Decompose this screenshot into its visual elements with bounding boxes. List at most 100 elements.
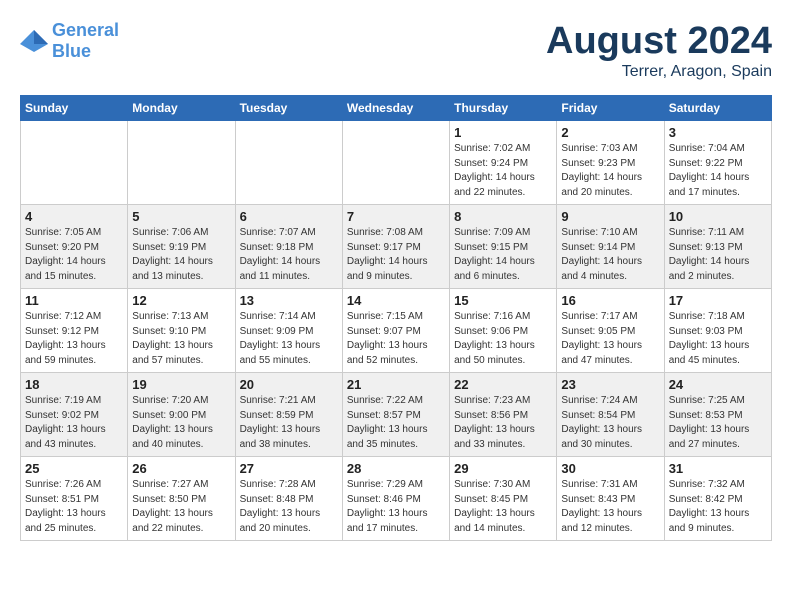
- logo-text-line2: Blue: [52, 41, 119, 62]
- day-number: 15: [454, 293, 552, 308]
- table-row: 11 Sunrise: 7:12 AM Sunset: 9:12 PM Dayli…: [21, 289, 128, 373]
- day-info: Sunrise: 7:29 AM Sunset: 8:46 PM Dayligh…: [347, 478, 445, 536]
- calendar-row-4: 25 Sunrise: 7:26 AM Sunset: 8:51 PM Dayli…: [21, 457, 772, 541]
- title-block: August 2024 Terrer, Aragon, Spain: [546, 20, 772, 81]
- day-number: 3: [669, 125, 767, 140]
- day-number: 5: [132, 209, 230, 224]
- day-info: Sunrise: 7:18 AM Sunset: 9:03 PM Dayligh…: [669, 310, 767, 368]
- table-row: 16Sunrise: 7:17 AM Sunset: 9:05 PM Dayli…: [557, 289, 664, 373]
- table-row: [21, 121, 128, 205]
- day-number: 23: [561, 377, 659, 392]
- day-number: 24: [669, 377, 767, 392]
- page: General Blue August 2024 Terrer, Aragon,…: [0, 0, 792, 551]
- day-number: 13: [240, 293, 338, 308]
- logo-text-line1: General: [52, 20, 119, 41]
- day-info: Sunrise: 7:16 AM Sunset: 9:06 PM Dayligh…: [454, 310, 552, 368]
- table-row: 28 Sunrise: 7:29 AM Sunset: 8:46 PM Dayli…: [342, 457, 449, 541]
- table-row: [342, 121, 449, 205]
- day-info: Sunrise: 7:12 AM Sunset: 9:12 PM Dayligh…: [25, 310, 123, 368]
- day-info: Sunrise: 7:22 AM Sunset: 8:57 PM Dayligh…: [347, 394, 445, 452]
- day-info: Sunrise: 7:05 AM Sunset: 9:20 PM Dayligh…: [25, 226, 123, 284]
- table-row: 12 Sunrise: 7:13 AM Sunset: 9:10 PM Dayli…: [128, 289, 235, 373]
- table-row: 15 Sunrise: 7:16 AM Sunset: 9:06 PM Dayli…: [450, 289, 557, 373]
- day-info: Sunrise: 7:03 AM Sunset: 9:23 PM Dayligh…: [561, 142, 659, 200]
- day-number: 1: [454, 125, 552, 140]
- day-info: Sunrise: 7:06 AM Sunset: 9:19 PM Dayligh…: [132, 226, 230, 284]
- location: Terrer, Aragon, Spain: [546, 63, 772, 81]
- day-info: Sunrise: 7:31 AM Sunset: 8:43 PM Dayligh…: [561, 478, 659, 536]
- table-row: 23 Sunrise: 7:24 AM Sunset: 8:54 PM Dayli…: [557, 373, 664, 457]
- day-number: 31: [669, 461, 767, 476]
- calendar-row-3: 18 Sunrise: 7:19 AM Sunset: 9:02 PM Dayli…: [21, 373, 772, 457]
- table-row: 22Sunrise: 7:23 AM Sunset: 8:56 PM Dayli…: [450, 373, 557, 457]
- day-number: 14: [347, 293, 445, 308]
- table-row: 24 Sunrise: 7:25 AM Sunset: 8:53 PM Dayli…: [664, 373, 771, 457]
- day-info: Sunrise: 7:25 AM Sunset: 8:53 PM Dayligh…: [669, 394, 767, 452]
- header-thursday: Thursday: [450, 96, 557, 121]
- table-row: 25 Sunrise: 7:26 AM Sunset: 8:51 PM Dayli…: [21, 457, 128, 541]
- logo-icon: [20, 30, 48, 52]
- table-row: 4Sunrise: 7:05 AM Sunset: 9:20 PM Daylig…: [21, 205, 128, 289]
- day-number: 17: [669, 293, 767, 308]
- day-info: Sunrise: 7:10 AM Sunset: 9:14 PM Dayligh…: [561, 226, 659, 284]
- table-row: 29Sunrise: 7:30 AM Sunset: 8:45 PM Dayli…: [450, 457, 557, 541]
- month-year: August 2024: [546, 20, 772, 63]
- day-number: 25: [25, 461, 123, 476]
- table-row: [235, 121, 342, 205]
- table-row: 13Sunrise: 7:14 AM Sunset: 9:09 PM Dayli…: [235, 289, 342, 373]
- table-row: 14 Sunrise: 7:15 AM Sunset: 9:07 PM Dayli…: [342, 289, 449, 373]
- table-row: 2Sunrise: 7:03 AM Sunset: 9:23 PM Daylig…: [557, 121, 664, 205]
- header-sunday: Sunday: [21, 96, 128, 121]
- table-row: 21 Sunrise: 7:22 AM Sunset: 8:57 PM Dayli…: [342, 373, 449, 457]
- day-info: Sunrise: 7:11 AM Sunset: 9:13 PM Dayligh…: [669, 226, 767, 284]
- day-info: Sunrise: 7:19 AM Sunset: 9:02 PM Dayligh…: [25, 394, 123, 452]
- table-row: 5 Sunrise: 7:06 AM Sunset: 9:19 PM Daylig…: [128, 205, 235, 289]
- day-number: 11: [25, 293, 123, 308]
- header-friday: Friday: [557, 96, 664, 121]
- day-info: Sunrise: 7:09 AM Sunset: 9:15 PM Dayligh…: [454, 226, 552, 284]
- day-number: 22: [454, 377, 552, 392]
- day-info: Sunrise: 7:30 AM Sunset: 8:45 PM Dayligh…: [454, 478, 552, 536]
- day-info: Sunrise: 7:13 AM Sunset: 9:10 PM Dayligh…: [132, 310, 230, 368]
- table-row: 31 Sunrise: 7:32 AM Sunset: 8:42 PM Dayli…: [664, 457, 771, 541]
- day-number: 7: [347, 209, 445, 224]
- logo: General Blue: [20, 20, 119, 62]
- day-number: 18: [25, 377, 123, 392]
- day-number: 28: [347, 461, 445, 476]
- table-row: 20Sunrise: 7:21 AM Sunset: 8:59 PM Dayli…: [235, 373, 342, 457]
- day-info: Sunrise: 7:08 AM Sunset: 9:17 PM Dayligh…: [347, 226, 445, 284]
- calendar-table: Sunday Monday Tuesday Wednesday Thursday…: [20, 95, 772, 541]
- header-monday: Monday: [128, 96, 235, 121]
- day-info: Sunrise: 7:26 AM Sunset: 8:51 PM Dayligh…: [25, 478, 123, 536]
- table-row: 27Sunrise: 7:28 AM Sunset: 8:48 PM Dayli…: [235, 457, 342, 541]
- calendar-row-0: 1Sunrise: 7:02 AM Sunset: 9:24 PM Daylig…: [21, 121, 772, 205]
- calendar-row-1: 4Sunrise: 7:05 AM Sunset: 9:20 PM Daylig…: [21, 205, 772, 289]
- day-info: Sunrise: 7:32 AM Sunset: 8:42 PM Dayligh…: [669, 478, 767, 536]
- table-row: 6 Sunrise: 7:07 AM Sunset: 9:18 PM Daylig…: [235, 205, 342, 289]
- calendar-row-2: 11 Sunrise: 7:12 AM Sunset: 9:12 PM Dayli…: [21, 289, 772, 373]
- header-wednesday: Wednesday: [342, 96, 449, 121]
- day-info: Sunrise: 7:04 AM Sunset: 9:22 PM Dayligh…: [669, 142, 767, 200]
- day-info: Sunrise: 7:17 AM Sunset: 9:05 PM Dayligh…: [561, 310, 659, 368]
- day-info: Sunrise: 7:15 AM Sunset: 9:07 PM Dayligh…: [347, 310, 445, 368]
- day-number: 27: [240, 461, 338, 476]
- day-number: 21: [347, 377, 445, 392]
- table-row: 26Sunrise: 7:27 AM Sunset: 8:50 PM Dayli…: [128, 457, 235, 541]
- day-number: 9: [561, 209, 659, 224]
- table-row: 18 Sunrise: 7:19 AM Sunset: 9:02 PM Dayli…: [21, 373, 128, 457]
- day-number: 19: [132, 377, 230, 392]
- day-number: 12: [132, 293, 230, 308]
- table-row: 17 Sunrise: 7:18 AM Sunset: 9:03 PM Dayli…: [664, 289, 771, 373]
- day-info: Sunrise: 7:20 AM Sunset: 9:00 PM Dayligh…: [132, 394, 230, 452]
- table-row: 7 Sunrise: 7:08 AM Sunset: 9:17 PM Daylig…: [342, 205, 449, 289]
- day-info: Sunrise: 7:07 AM Sunset: 9:18 PM Dayligh…: [240, 226, 338, 284]
- table-row: 19 Sunrise: 7:20 AM Sunset: 9:00 PM Dayli…: [128, 373, 235, 457]
- table-row: 1Sunrise: 7:02 AM Sunset: 9:24 PM Daylig…: [450, 121, 557, 205]
- day-number: 26: [132, 461, 230, 476]
- day-number: 20: [240, 377, 338, 392]
- day-number: 30: [561, 461, 659, 476]
- day-number: 6: [240, 209, 338, 224]
- table-row: [128, 121, 235, 205]
- day-info: Sunrise: 7:24 AM Sunset: 8:54 PM Dayligh…: [561, 394, 659, 452]
- table-row: 10Sunrise: 7:11 AM Sunset: 9:13 PM Dayli…: [664, 205, 771, 289]
